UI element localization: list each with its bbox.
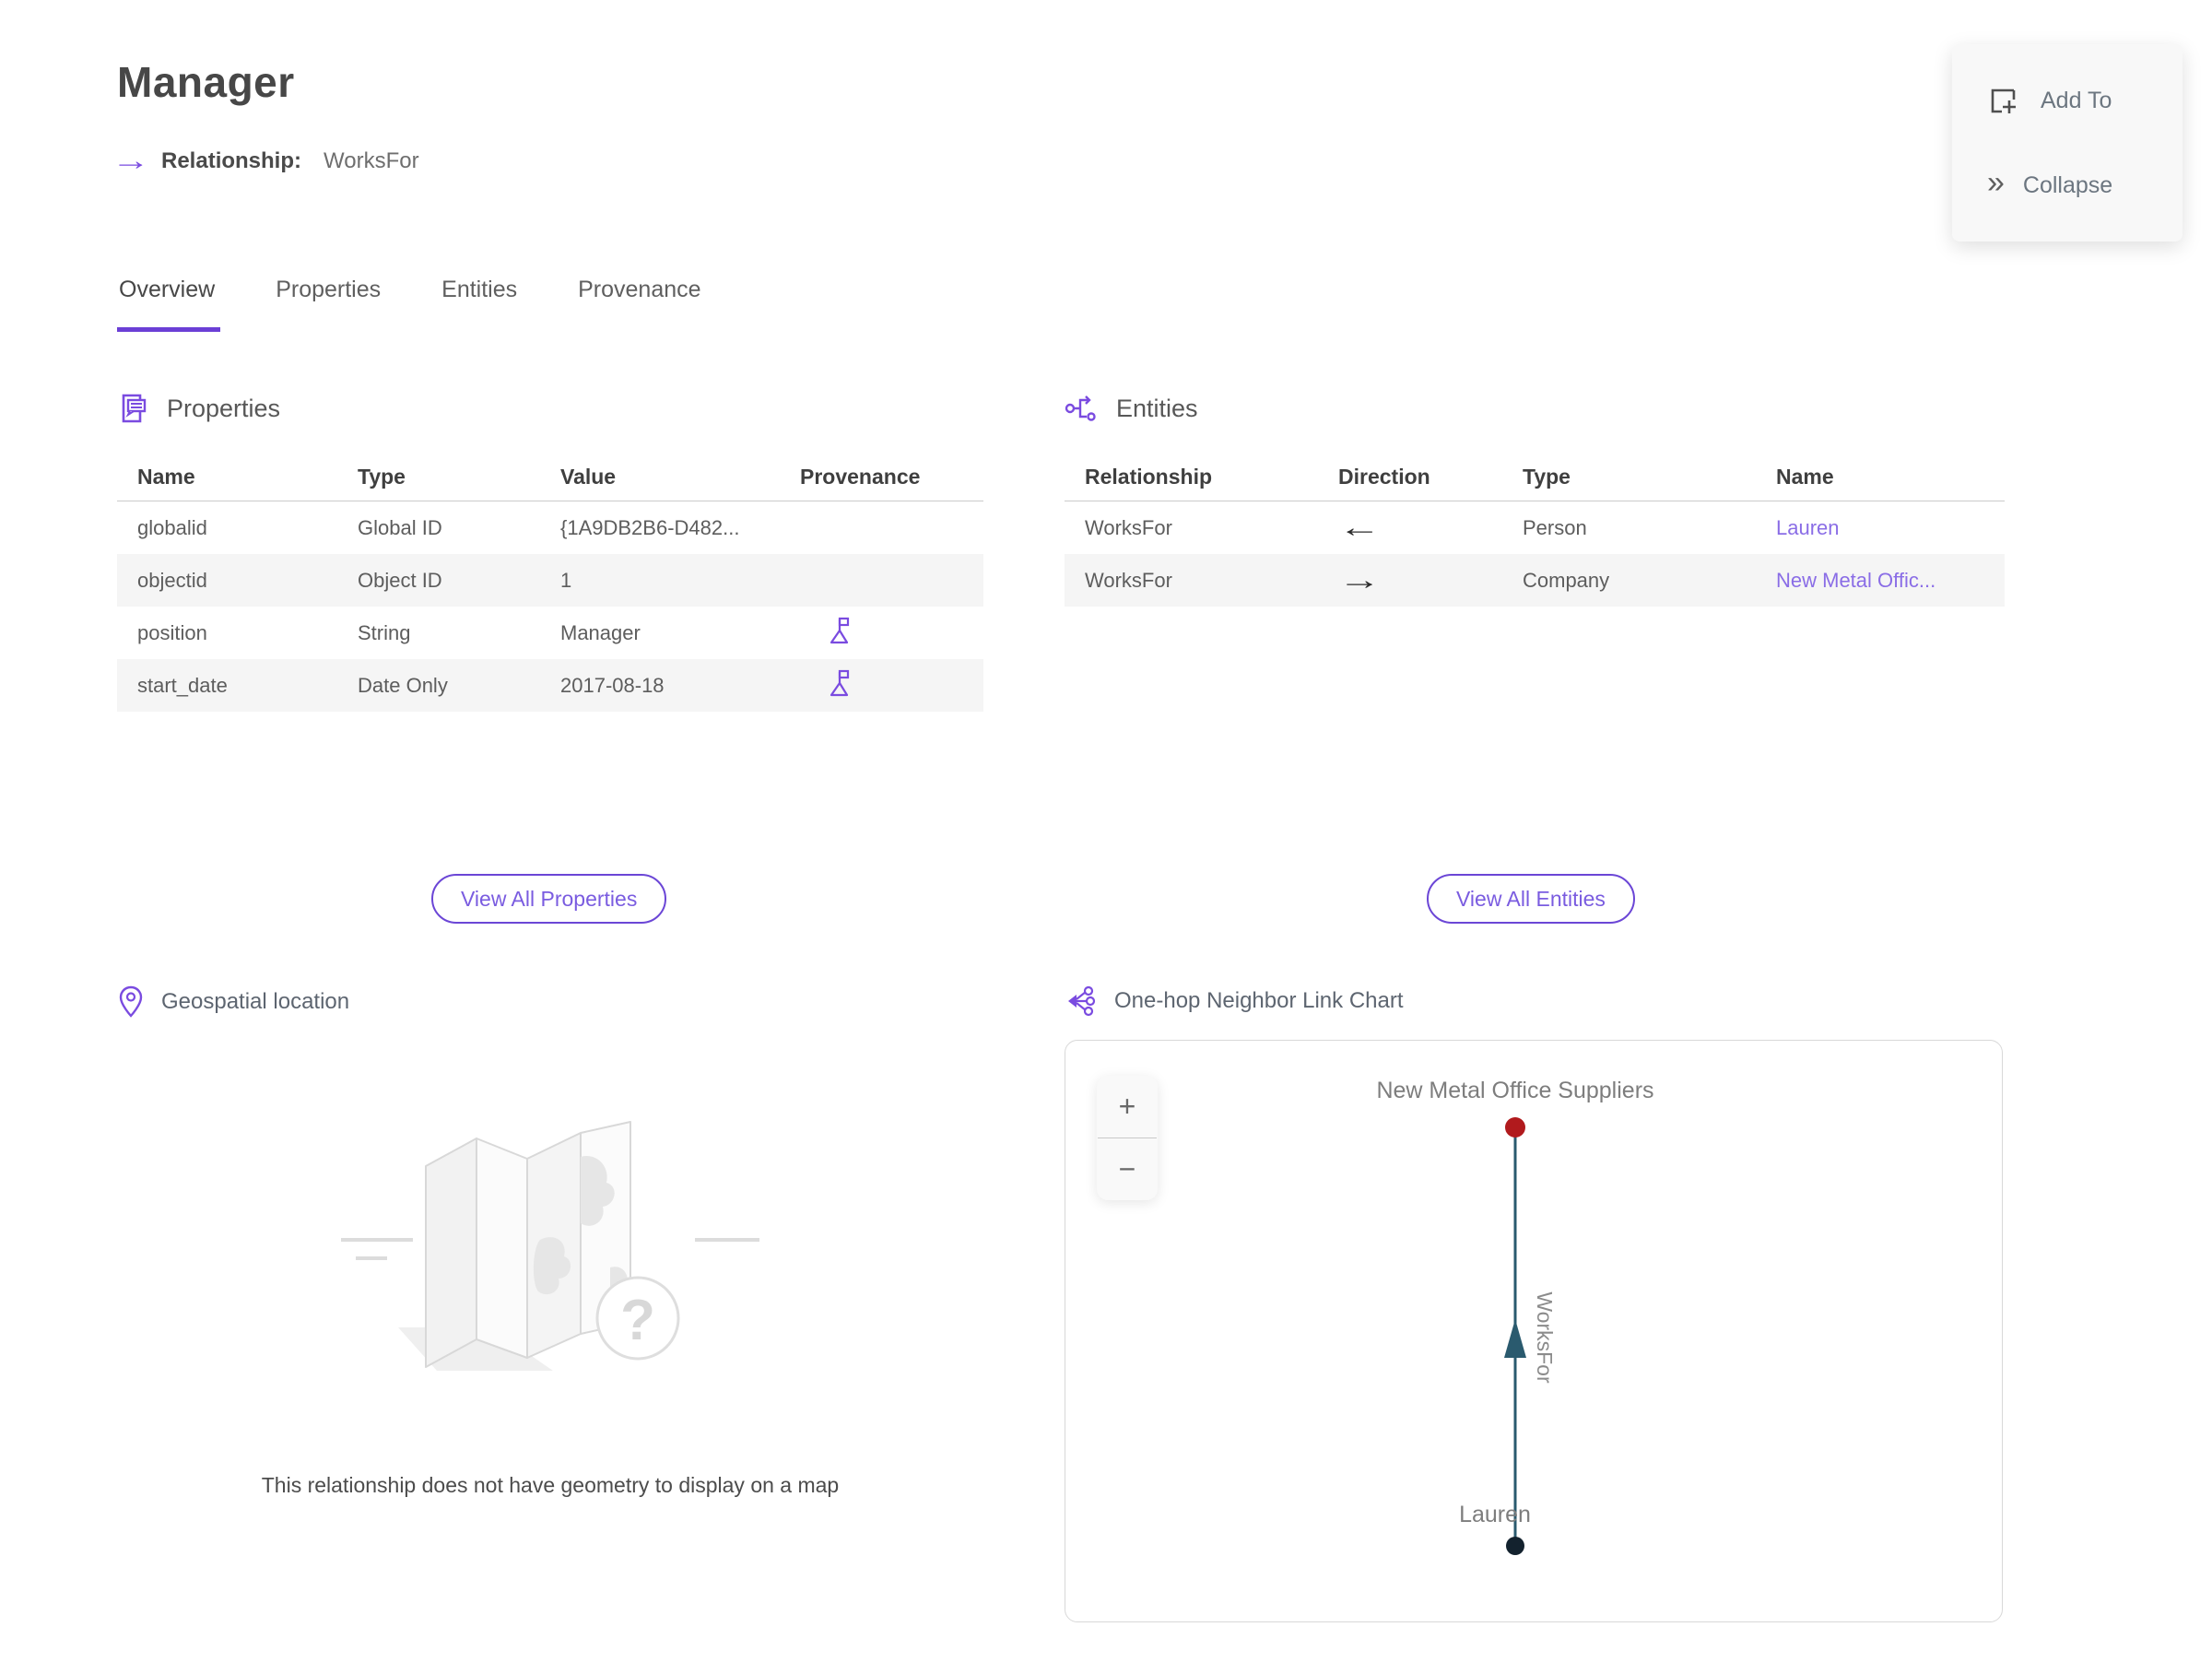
entity-relationship: WorksFor bbox=[1085, 515, 1172, 539]
geospatial-section-header: Geospatial location bbox=[117, 984, 983, 1020]
zoom-in-button[interactable]: + bbox=[1097, 1076, 1158, 1138]
properties-section-title: Properties bbox=[167, 394, 281, 422]
col-header: Type bbox=[1523, 465, 1571, 489]
table-row: globalid Global ID {1A9DB2B6-D482... bbox=[117, 501, 983, 554]
tab-bar: Overview Properties Entities Provenance bbox=[117, 277, 707, 332]
map-pin-icon bbox=[119, 985, 143, 1018]
entities-section-title: Entities bbox=[1116, 394, 1198, 422]
relationship-subtitle: → Relationship: WorksFor bbox=[112, 146, 419, 177]
property-value: 1 bbox=[560, 568, 572, 592]
entity-type: Person bbox=[1523, 515, 1587, 539]
provenance-flag-icon[interactable] bbox=[828, 668, 852, 698]
col-header: Name bbox=[1776, 465, 1834, 489]
add-to-button[interactable]: Add To bbox=[1987, 85, 2183, 116]
relationship-arrow-icon: → bbox=[112, 146, 150, 176]
property-type: Object ID bbox=[358, 568, 442, 592]
entities-section-header: Entities bbox=[1065, 391, 2005, 426]
view-all-entities-button[interactable]: View All Entities bbox=[1427, 874, 1635, 924]
properties-table: Name Type Value Provenance globalid Glob… bbox=[117, 454, 983, 712]
link-chart-section-title: One-hop Neighbor Link Chart bbox=[1114, 988, 1404, 1013]
direction-arrow-right-icon: → bbox=[1338, 566, 1382, 595]
properties-table-header: Name Type Value Provenance bbox=[117, 454, 983, 501]
collapse-label: Collapse bbox=[2022, 171, 2113, 198]
entity-name-link[interactable]: Lauren bbox=[1776, 516, 1840, 539]
property-value: {1A9DB2B6-D482... bbox=[560, 515, 740, 539]
link-chart-canvas[interactable]: New Metal Office Suppliers WorksFor Laur… bbox=[1065, 1040, 2003, 1622]
direction-arrow-left-icon: ← bbox=[1338, 513, 1382, 542]
tab-provenance[interactable]: Provenance bbox=[576, 277, 706, 332]
properties-section-header: Properties bbox=[117, 391, 983, 426]
relationship-label: Relationship: bbox=[161, 148, 302, 173]
entities-table: Relationship Direction Type Name WorksFo… bbox=[1065, 454, 2005, 607]
entity-name-link[interactable]: New Metal Offic... bbox=[1776, 569, 1936, 592]
property-name: objectid bbox=[137, 568, 207, 592]
entities-icon bbox=[1065, 395, 1096, 421]
property-value: Manager bbox=[560, 620, 641, 644]
no-geometry-message: This relationship does not have geometry… bbox=[261, 1473, 840, 1497]
edge-label: WorksFor bbox=[1533, 1291, 1557, 1384]
property-provenance bbox=[780, 616, 983, 651]
entity-type: Company bbox=[1523, 568, 1610, 592]
col-header: Direction bbox=[1338, 465, 1430, 489]
actions-panel: Add To » Collapse bbox=[1952, 44, 2183, 242]
add-to-label: Add To bbox=[2041, 87, 2112, 113]
zoom-control: + − bbox=[1097, 1076, 1158, 1200]
map-placeholder: ? bbox=[117, 1102, 983, 1383]
geospatial-section-title: Geospatial location bbox=[161, 989, 350, 1014]
no-map-illustration: ? bbox=[341, 1121, 759, 1371]
tab-overview[interactable]: Overview bbox=[117, 277, 221, 332]
add-to-icon bbox=[1991, 88, 2016, 113]
table-row: WorksFor ← Person Lauren bbox=[1065, 501, 2005, 554]
col-header: Relationship bbox=[1085, 465, 1213, 489]
bottom-node-label: Lauren bbox=[1459, 1502, 1531, 1527]
col-header: Name bbox=[137, 465, 195, 489]
provenance-flag-icon[interactable] bbox=[828, 616, 852, 645]
table-row: start_date Date Only 2017-08-18 bbox=[117, 659, 983, 712]
link-chart-icon bbox=[1068, 985, 1096, 1017]
property-name: position bbox=[137, 620, 207, 644]
collapse-button[interactable]: » Collapse bbox=[1987, 165, 2183, 201]
entity-relationship: WorksFor bbox=[1085, 568, 1172, 592]
property-type: String bbox=[358, 620, 411, 644]
property-type: Date Only bbox=[358, 673, 448, 697]
table-row: objectid Object ID 1 bbox=[117, 554, 983, 607]
entities-table-header: Relationship Direction Type Name bbox=[1065, 454, 2005, 501]
view-all-properties-button[interactable]: View All Properties bbox=[431, 874, 667, 924]
tab-entities[interactable]: Entities bbox=[440, 277, 523, 332]
property-name: start_date bbox=[137, 673, 228, 697]
person-node[interactable] bbox=[1506, 1537, 1524, 1555]
tab-properties[interactable]: Properties bbox=[274, 277, 386, 332]
property-name: globalid bbox=[137, 515, 207, 539]
table-row: WorksFor → Company New Metal Offic... bbox=[1065, 554, 2005, 607]
property-type: Global ID bbox=[358, 515, 442, 539]
link-chart-section-header: One-hop Neighbor Link Chart bbox=[1065, 984, 2005, 1018]
table-row: position String Manager bbox=[117, 607, 983, 659]
property-provenance bbox=[780, 668, 983, 703]
col-header: Provenance bbox=[800, 465, 921, 489]
properties-icon bbox=[122, 394, 147, 423]
property-value: 2017-08-18 bbox=[560, 673, 665, 697]
svg-text:?: ? bbox=[620, 1289, 655, 1352]
zoom-out-button[interactable]: − bbox=[1097, 1138, 1158, 1200]
relationship-value: WorksFor bbox=[324, 148, 419, 173]
company-node[interactable] bbox=[1505, 1117, 1525, 1138]
collapse-icon: » bbox=[1987, 165, 2005, 200]
edge-arrowhead bbox=[1504, 1319, 1526, 1358]
page-title: Manager bbox=[117, 58, 295, 106]
col-header: Value bbox=[560, 465, 617, 489]
top-node-label: New Metal Office Suppliers bbox=[1376, 1078, 1653, 1103]
col-header: Type bbox=[358, 465, 406, 489]
link-chart-svg: New Metal Office Suppliers WorksFor Laur… bbox=[1376, 1078, 1654, 1555]
